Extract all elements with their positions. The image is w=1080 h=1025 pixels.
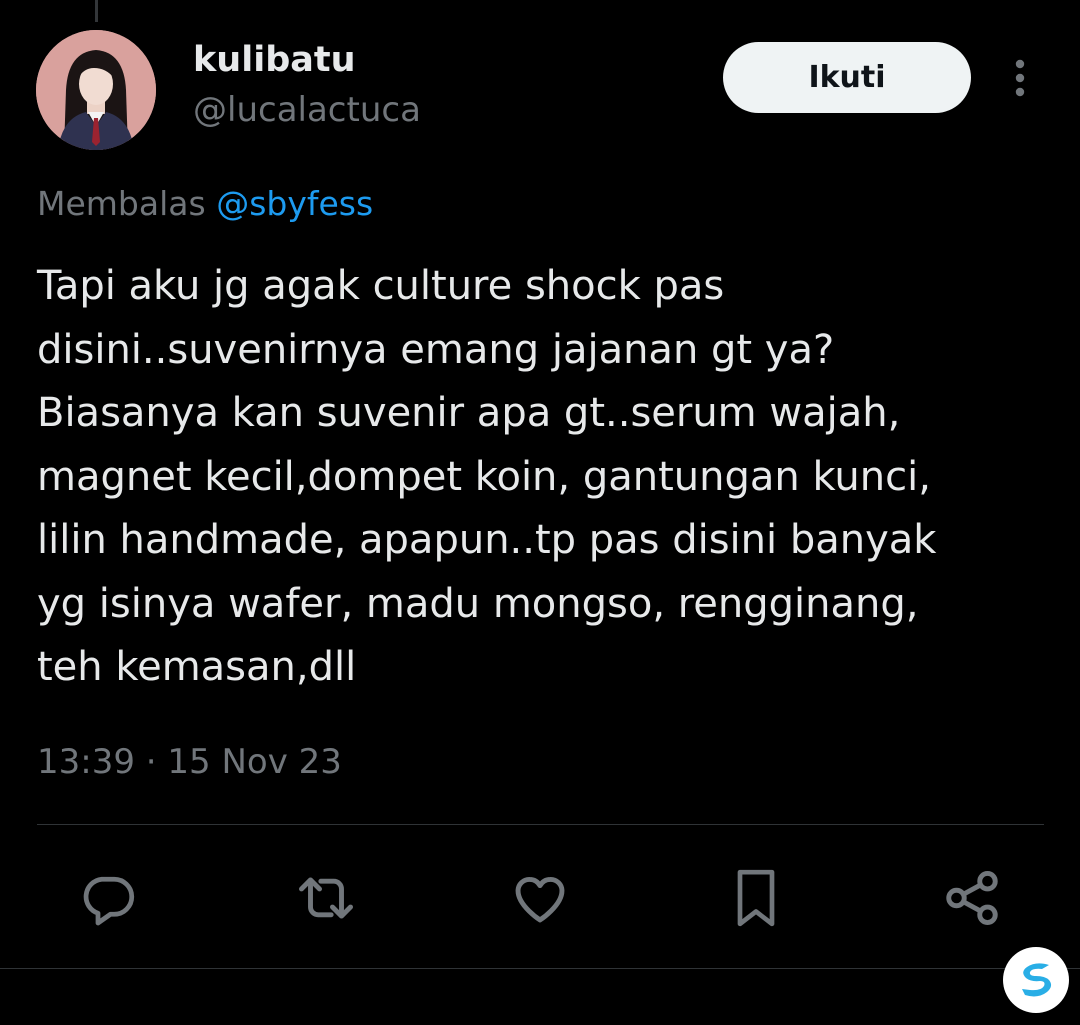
reply-mention-link[interactable]: @sbyfess	[216, 184, 373, 223]
tweet-text-line: lilin handmade, apapun..tp pas disini ba…	[37, 517, 937, 563]
tweet-text: Tapi aku jg agak culture shock pas disin…	[37, 255, 1047, 700]
tweet-text-line: Tapi aku jg agak culture shock pas	[37, 263, 725, 309]
heart-icon	[515, 876, 565, 923]
follow-button[interactable]: Ikuti	[723, 42, 971, 113]
display-name[interactable]: kulibatu	[193, 40, 356, 80]
avatar-image	[36, 30, 156, 150]
watermark-logo-icon	[1022, 963, 1052, 997]
tweet-text-line: teh kemasan,dll	[37, 644, 357, 690]
retweet-icon	[299, 877, 353, 919]
user-handle[interactable]: @lucalactuca	[193, 90, 421, 130]
share-icon	[946, 871, 998, 925]
share-button[interactable]	[940, 866, 1004, 930]
thread-connector-line	[95, 0, 98, 22]
like-button[interactable]	[508, 866, 572, 930]
tweet-text-line: magnet kecil,dompet koin, gantungan kunc…	[37, 453, 931, 500]
tweet-text-line: yg isinya wafer, madu mongso, rengginang…	[37, 580, 919, 627]
watermark-logo	[1003, 947, 1069, 1013]
reply-context: Membalas @sbyfess	[37, 184, 373, 223]
retweet-button[interactable]	[294, 866, 358, 930]
bookmark-button[interactable]	[724, 866, 788, 930]
tweet-text-line: Biasanya kan suvenir apa gt..serum wajah…	[37, 390, 901, 436]
bookmark-icon	[737, 869, 775, 927]
tweet-timestamp[interactable]: 13:39 · 15 Nov 23	[37, 742, 342, 782]
more-options-button[interactable]	[1000, 56, 1040, 100]
divider	[37, 824, 1044, 825]
more-vertical-icon	[1015, 59, 1025, 97]
reply-icon	[83, 876, 135, 926]
reply-prefix: Membalas	[37, 184, 206, 223]
tweet-text-line: disini..suvenirnya emang jajanan gt ya?	[37, 326, 835, 373]
avatar[interactable]	[36, 30, 156, 150]
reply-button[interactable]	[76, 866, 140, 930]
divider	[0, 968, 1080, 969]
